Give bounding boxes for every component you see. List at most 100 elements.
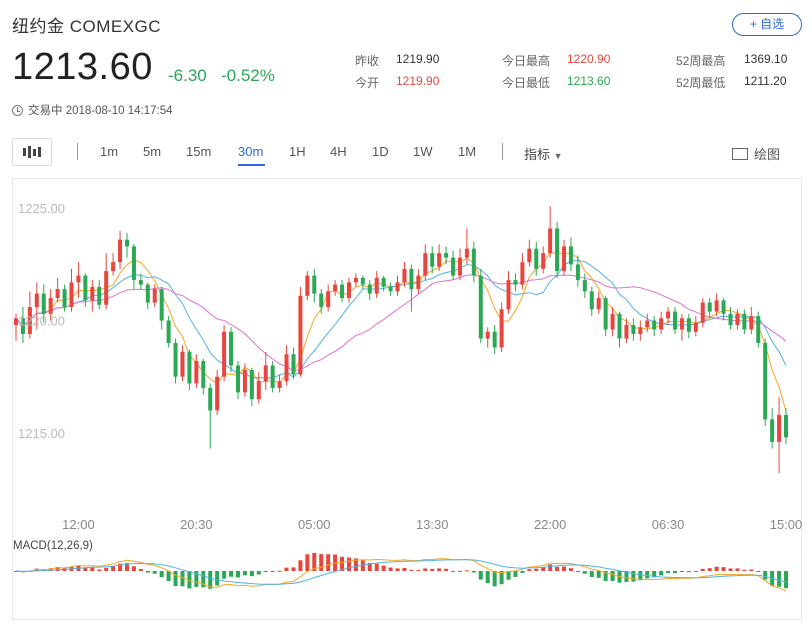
- open-label: 今开: [355, 76, 380, 90]
- candle-body: [603, 298, 608, 330]
- draw-tool-button[interactable]: 绘图: [732, 144, 780, 163]
- candle-body: [742, 313, 747, 330]
- candle-body: [624, 325, 629, 339]
- macd-histogram-bar: [784, 571, 788, 589]
- candle-body: [180, 351, 185, 377]
- candle-body: [215, 376, 220, 411]
- macd-histogram-bar: [298, 560, 303, 571]
- candle-body: [187, 351, 192, 384]
- period-tab-5m[interactable]: 5m: [143, 144, 161, 159]
- macd-histogram-bar: [575, 570, 580, 572]
- candle-body: [208, 387, 213, 411]
- macd-histogram-bar: [159, 571, 164, 578]
- candle-body: [145, 284, 150, 303]
- macd-histogram-bar: [402, 567, 407, 571]
- macd-dea-line: [15, 559, 787, 585]
- candle-body: [444, 253, 449, 258]
- candle-body: [333, 284, 338, 292]
- period-tab-1m[interactable]: 1m: [100, 144, 118, 159]
- macd-histogram-bar: [270, 571, 275, 572]
- candle-body: [298, 295, 303, 375]
- macd-histogram-bar: [235, 571, 240, 578]
- candle-body: [222, 331, 227, 377]
- trading-status: 交易中 2018-08-10 14:17:54: [12, 102, 172, 118]
- macd-histogram-bar: [145, 571, 150, 573]
- candlestick-type-button[interactable]: [12, 138, 52, 166]
- candle-body: [686, 318, 691, 332]
- macd-histogram-bar: [589, 571, 594, 578]
- day-low-label: 今日最低: [502, 76, 551, 90]
- week52-high-value: 1369.10: [744, 52, 788, 66]
- macd-histogram-bar: [395, 568, 400, 571]
- time-tick-label: 05:00: [298, 517, 331, 532]
- candle-body: [159, 289, 164, 321]
- period-tab-15m[interactable]: 15m: [186, 144, 211, 159]
- macd-histogram-bar: [326, 554, 331, 571]
- candle-body: [430, 253, 435, 267]
- candle-body: [575, 264, 580, 281]
- macd-histogram-bar: [388, 567, 393, 571]
- draw-label: 绘图: [754, 147, 781, 162]
- open-value: 1219.90: [396, 74, 440, 88]
- time-axis: 12:00 20:30 05:00 13:30 22:00 06:30 15:00: [62, 517, 802, 532]
- candle-body: [111, 262, 116, 272]
- macd-histogram-bar: [596, 571, 601, 578]
- candle-body: [131, 246, 136, 281]
- macd-histogram-bar: [686, 571, 691, 573]
- ma-mid-line: [15, 260, 787, 379]
- candlestick-icon-bar: [38, 147, 41, 157]
- candlestick-icon-bar: [33, 148, 36, 156]
- candle-body: [728, 313, 733, 326]
- macd-histogram-bar: [284, 567, 289, 571]
- candle-body: [291, 354, 296, 375]
- add-watchlist-button[interactable]: + 自选: [732, 13, 802, 36]
- macd-histogram-bar: [610, 571, 615, 581]
- macd-histogram-bar: [679, 571, 684, 572]
- toolbar-divider: [502, 143, 503, 160]
- candle-body: [437, 253, 442, 267]
- trading-status-text: 交易中 2018-08-10 14:17:54: [28, 105, 173, 117]
- candle-body: [464, 248, 469, 258]
- macd-histogram-bar: [749, 569, 754, 571]
- candle-body: [423, 253, 428, 276]
- macd-histogram-bar: [721, 567, 726, 571]
- candle-body: [374, 277, 379, 294]
- candlestick-chart[interactable]: 1225.00 1220.00 1215.00 12:00 20:30 05:00 13:…: [12, 178, 802, 620]
- candle-body: [763, 343, 768, 420]
- macd-histogram-bar: [263, 571, 268, 572]
- macd-histogram-bar: [707, 568, 712, 571]
- candle-body: [48, 298, 53, 314]
- candle-body: [541, 253, 546, 269]
- time-tick-label: 20:30: [180, 517, 213, 532]
- macd-histogram-bar: [222, 571, 227, 579]
- candle-body: [104, 271, 109, 305]
- chart-draw-icon: [732, 147, 748, 160]
- candlestick-icon-bar: [28, 146, 31, 158]
- macd-histogram-bar: [242, 571, 247, 576]
- period-tab-1mo[interactable]: 1M: [458, 144, 476, 159]
- indicator-dropdown[interactable]: 指标 ▼: [524, 144, 563, 163]
- macd-histogram-bar: [229, 571, 234, 577]
- candles: [14, 205, 788, 474]
- macd-histogram-bar: [555, 566, 560, 571]
- macd-histogram-bar: [409, 569, 414, 571]
- macd-histogram-bar: [444, 568, 449, 571]
- last-price: 1213.60: [12, 46, 153, 88]
- candle-body: [666, 311, 671, 319]
- macd-histogram-bar: [520, 571, 525, 573]
- candle-body: [548, 228, 553, 254]
- candle-body: [721, 300, 726, 314]
- candle-body: [506, 280, 511, 310]
- macd-histogram-bar: [381, 565, 386, 571]
- candle-body: [534, 248, 539, 269]
- period-tab-1d[interactable]: 1D: [372, 144, 389, 159]
- period-tab-1w[interactable]: 1W: [413, 144, 433, 159]
- period-tab-30m[interactable]: 30m: [238, 144, 263, 159]
- candle-body: [235, 365, 240, 393]
- period-tab-4h[interactable]: 4H: [330, 144, 347, 159]
- candle-body: [312, 275, 317, 294]
- macd-histogram-bar: [180, 571, 185, 587]
- period-tab-1h[interactable]: 1H: [289, 144, 306, 159]
- candle-body: [97, 286, 102, 305]
- macd-histogram-bar: [735, 568, 740, 571]
